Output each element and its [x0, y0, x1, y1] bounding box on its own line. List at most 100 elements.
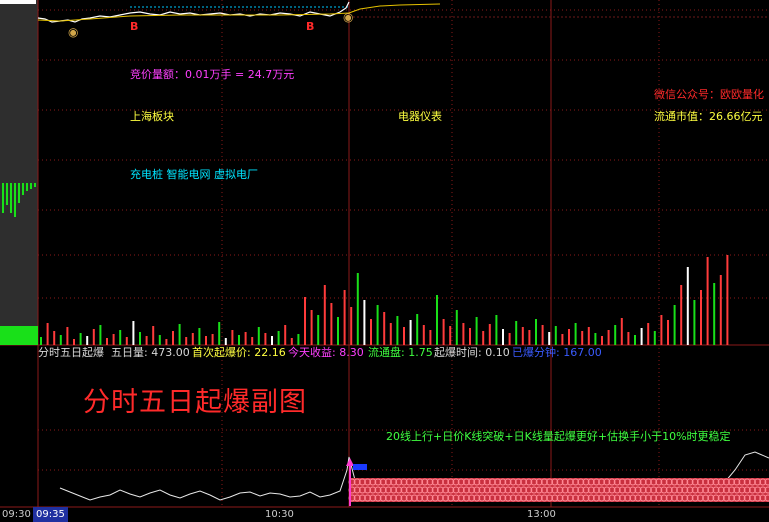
volume-bar [686, 267, 689, 345]
buy-marker: B [306, 20, 315, 33]
volume-bar [376, 305, 379, 345]
volume-bar [191, 333, 194, 345]
volume-bar [614, 325, 617, 345]
volume-bar [158, 335, 161, 345]
volume-bar [112, 334, 115, 345]
volume-bar [79, 333, 82, 345]
today-gain: 今天收益: 8.30 [288, 346, 364, 359]
volume-bar [403, 327, 405, 345]
wechat-label: 微信公众号：欧欧量化 [654, 88, 764, 101]
volume-bar [660, 315, 663, 345]
volume-bar [713, 283, 716, 345]
volume-bar [726, 255, 729, 345]
volume-bar [396, 316, 399, 345]
volume-bars [40, 255, 729, 345]
volume-bar [475, 317, 478, 345]
money-bag-icon: ◉ [343, 10, 354, 24]
volume-bar [66, 327, 69, 345]
volume-bar [607, 330, 610, 345]
volume-bar [178, 324, 181, 345]
volume-bar [86, 336, 89, 345]
volume-bar [693, 300, 696, 345]
volume-bar [409, 320, 412, 345]
volume-bar [145, 336, 148, 345]
volume-bar [244, 332, 247, 345]
volume-bar [53, 331, 56, 345]
volume-bar [231, 330, 234, 345]
volume-bar [528, 330, 531, 345]
volume-bar [521, 327, 524, 345]
volume-bar [601, 336, 603, 345]
volume-bar [238, 335, 240, 345]
volume-bar [330, 303, 333, 345]
volume-bar [673, 305, 676, 345]
volume-bar [297, 334, 300, 345]
volume-bar [548, 332, 551, 345]
volume-bar [185, 337, 188, 345]
volume-bar [363, 300, 366, 345]
intraday-chart-window[interactable]: { "colors":{"grid":"#8b1a1a","price_line… [0, 0, 769, 522]
volume-bar [422, 325, 425, 345]
volume-bar [436, 295, 438, 345]
first-burst-price: 首次起爆价: 22.16 [192, 346, 286, 359]
volume-bar [502, 329, 504, 345]
volume-bar [205, 336, 207, 345]
volume-bar [416, 314, 419, 345]
volume-bar [634, 335, 636, 345]
burst-time: 起爆时间: 0.10 [434, 346, 510, 359]
volume-bar [482, 331, 485, 345]
volume-bar [125, 337, 128, 345]
volume-bar [508, 333, 511, 345]
volume-bar [92, 329, 95, 345]
volume-bar [495, 315, 498, 345]
volume-bar [198, 328, 201, 345]
indicator-name[interactable]: 分时五日起爆 [38, 346, 104, 360]
volume-bar [106, 338, 108, 345]
concepts-label: 充电桩 智能电网 虚拟电厂 [130, 168, 258, 181]
volume-bar [317, 315, 320, 345]
volume-bar [667, 320, 669, 345]
subchart-title: 分时五日起爆副图 [83, 387, 307, 418]
rule-text: 20线上行+日价K线突破+日K线量起爆更好+估换手小于10%时更稳定 [386, 430, 731, 443]
volume-bar [132, 321, 135, 345]
volume-bar [99, 325, 102, 345]
volume-bar [323, 285, 326, 345]
volume-bar [172, 331, 174, 345]
volume-bar [46, 323, 49, 345]
float-shares: 流通盘: 1.75 [368, 346, 433, 359]
volume-bar [165, 339, 168, 345]
volume-bar [350, 307, 353, 345]
volume-bar [59, 335, 62, 345]
volume-bar [554, 326, 557, 345]
volume-bar [515, 321, 518, 345]
volume-bar [627, 332, 630, 345]
volume-bar [271, 336, 273, 345]
volume-bar [462, 323, 465, 345]
volume-bar [139, 332, 141, 345]
volume-bar [700, 290, 702, 345]
volume-bar [455, 310, 458, 345]
time-cursor: 09:35 [33, 507, 68, 522]
volume-bar [561, 334, 564, 345]
volume-bar [719, 275, 722, 345]
sector-mid-label: 电器仪表 [398, 110, 442, 123]
time-start: 09:30 [2, 509, 31, 520]
buy-marker: B [130, 20, 139, 33]
five-day-volume: 五日量: 473.00 [111, 346, 190, 359]
volume-bar [653, 331, 656, 345]
bid-amount-label: 竞价量额：0.01万手 = 24.7万元 [130, 68, 295, 81]
volume-bar [706, 257, 709, 345]
time-1300: 13:00 [527, 509, 556, 520]
volume-bar [257, 327, 260, 345]
volume-bar [356, 273, 359, 345]
volume-bar [343, 290, 346, 345]
volume-bar [449, 326, 452, 345]
volume-bar [218, 322, 221, 345]
volume-bar [370, 319, 372, 345]
volume-bar [680, 285, 683, 345]
volume-bar [152, 326, 155, 345]
sector-left-label: 上海板块 [130, 110, 174, 123]
volume-bar [40, 337, 42, 345]
volume-bar [119, 330, 122, 345]
volume-bar [574, 323, 577, 345]
